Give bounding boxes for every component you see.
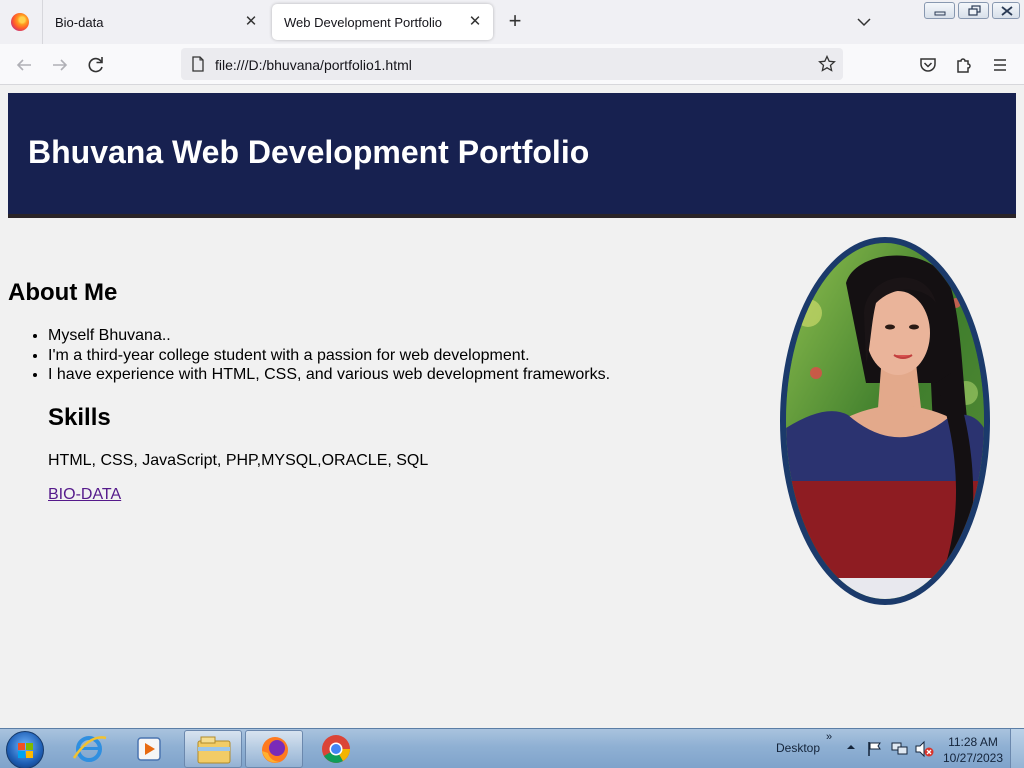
system-clock[interactable]: 11:28 AM 10/27/2023 xyxy=(940,734,1006,766)
forward-arrow-icon xyxy=(53,59,68,71)
hamburger-menu-icon xyxy=(994,59,1006,71)
taskbar: Desktop » 11:28 AM 10/27/2023 xyxy=(0,728,1024,768)
taskbar-internet-explorer[interactable] xyxy=(60,730,118,768)
toolbar-expand-chevron-icon[interactable]: » xyxy=(826,731,832,743)
chevron-down-icon xyxy=(857,18,871,27)
minimize-icon xyxy=(934,11,946,16)
back-arrow-icon xyxy=(16,59,31,71)
clock-date: 10/27/2023 xyxy=(942,751,1004,765)
clock-time: 11:28 AM xyxy=(948,735,998,749)
puzzle-piece-icon xyxy=(957,58,971,73)
taskbar-media-player[interactable] xyxy=(120,730,178,768)
list-item: Myself Bhuvana.. xyxy=(48,326,610,346)
chrome-icon xyxy=(322,735,350,763)
url-text[interactable]: file:///D:/bhuvana/portfolio1.html xyxy=(215,57,412,73)
page-viewport: Bhuvana Web Development Portfolio About … xyxy=(0,85,1024,728)
tab-strip: Bio-data ✕ Web Development Portfolio ✕ + xyxy=(0,0,1024,44)
tab-label: Bio-data xyxy=(55,15,104,30)
minimize-button[interactable] xyxy=(924,2,955,19)
extensions-button[interactable] xyxy=(952,53,976,77)
list-all-tabs-button[interactable] xyxy=(853,12,875,32)
file-explorer-icon xyxy=(197,736,231,764)
firefox-view-icon[interactable] xyxy=(11,13,29,31)
reload-button[interactable] xyxy=(84,53,108,77)
taskbar-firefox[interactable] xyxy=(245,730,303,768)
network-icon[interactable] xyxy=(890,740,908,758)
windows-logo-icon xyxy=(18,743,33,758)
page-title: Bhuvana Web Development Portfolio xyxy=(28,134,590,170)
list-item: I'm a third-year college student with a … xyxy=(48,346,610,366)
tab-label: Web Development Portfolio xyxy=(284,15,443,30)
close-icon xyxy=(1001,6,1013,16)
pocket-icon xyxy=(920,58,936,72)
window-controls xyxy=(924,2,1020,19)
tab-web-development-portfolio[interactable]: Web Development Portfolio ✕ xyxy=(272,4,493,40)
skills-text: HTML, CSS, JavaScript, PHP,MYSQL,ORACLE,… xyxy=(48,452,429,469)
firefox-icon xyxy=(262,737,288,763)
skills-heading: Skills xyxy=(48,404,111,431)
volume-muted-icon[interactable] xyxy=(914,740,934,758)
show-hidden-icons-icon[interactable] xyxy=(846,740,856,754)
pocket-button[interactable] xyxy=(916,53,940,77)
list-item: I have experience with HTML, CSS, and va… xyxy=(48,365,610,385)
page-icon xyxy=(192,56,204,72)
forward-button[interactable] xyxy=(48,53,72,77)
navigation-toolbar: file:///D:/bhuvana/portfolio1.html xyxy=(0,44,1024,85)
address-bar[interactable]: file:///D:/bhuvana/portfolio1.html xyxy=(181,48,843,80)
action-center-flag-icon[interactable] xyxy=(866,740,884,758)
reload-icon xyxy=(88,57,103,73)
restore-button[interactable] xyxy=(958,2,989,19)
restore-icon xyxy=(968,5,981,16)
media-player-icon xyxy=(137,737,161,761)
back-button[interactable] xyxy=(12,53,36,77)
bio-data-link[interactable]: BIO-DATA xyxy=(48,486,121,504)
about-me-heading: About Me xyxy=(8,279,118,306)
internet-explorer-icon xyxy=(72,736,107,762)
close-tab-icon[interactable]: ✕ xyxy=(241,12,261,32)
new-tab-button[interactable]: + xyxy=(503,10,527,34)
app-menu-button[interactable] xyxy=(988,53,1012,77)
start-button[interactable] xyxy=(6,731,44,768)
site-header: Bhuvana Web Development Portfolio xyxy=(8,93,1016,218)
tab-bio-data[interactable]: Bio-data ✕ xyxy=(43,4,269,40)
taskbar-chrome[interactable] xyxy=(307,730,365,768)
close-tab-icon[interactable]: ✕ xyxy=(465,12,485,32)
taskbar-file-explorer[interactable] xyxy=(184,730,242,768)
desktop-toolbar-label[interactable]: Desktop xyxy=(776,741,820,755)
profile-photo xyxy=(780,237,990,605)
close-window-button[interactable] xyxy=(992,2,1020,19)
bookmark-star-icon[interactable] xyxy=(818,55,836,73)
show-desktop-button[interactable] xyxy=(1010,729,1024,768)
about-me-list: Myself Bhuvana.. I'm a third-year colleg… xyxy=(48,326,610,385)
portrait-illustration xyxy=(786,243,984,599)
